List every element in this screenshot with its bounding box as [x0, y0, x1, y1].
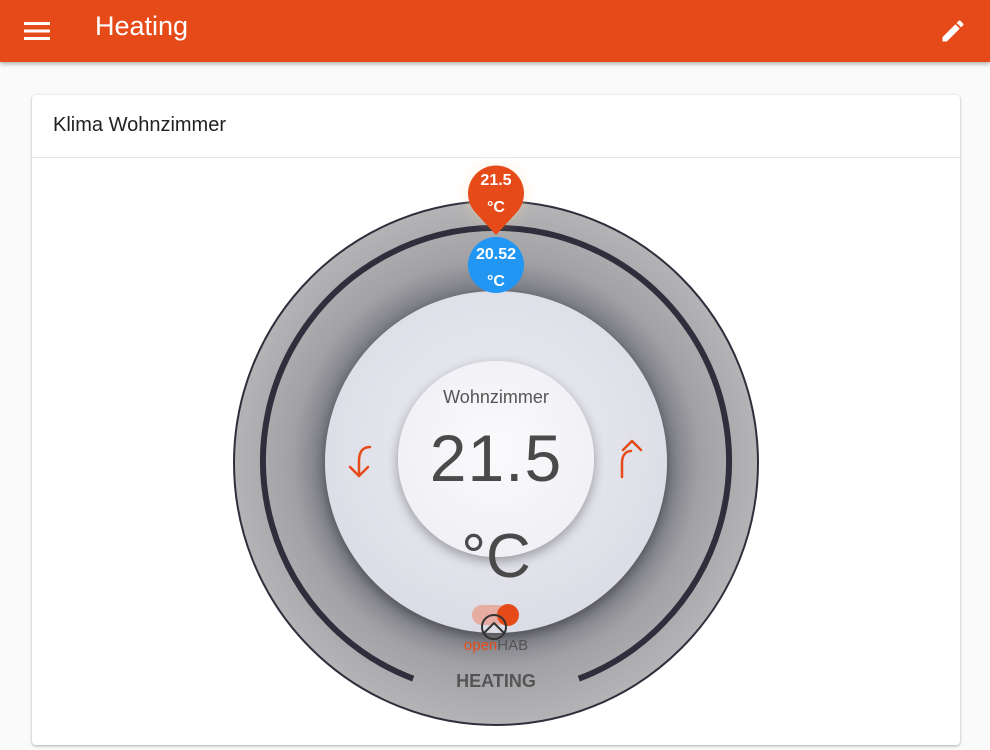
- logo-hab-text: HAB: [497, 637, 529, 654]
- target-temperature: 21.5: [429, 421, 563, 495]
- current-temp-badge-unit: °C: [487, 273, 505, 290]
- temperature-unit: °C: [461, 522, 531, 591]
- room-name: Wohnzimmer: [443, 387, 549, 407]
- menu-button[interactable]: [12, 6, 62, 56]
- app-bar: Heating: [0, 0, 990, 62]
- edit-button[interactable]: [928, 6, 978, 56]
- current-temp-badge-value: 20.52: [475, 246, 517, 263]
- logo-open-text: open: [463, 637, 498, 654]
- thermostat-card: Klima Wohnzimmer 21.5 °C 20.52 °C Wohnzi…: [32, 95, 960, 745]
- mode-label: HEATING: [456, 671, 536, 691]
- menu-icon: [24, 22, 50, 40]
- target-temp-badge-value: 21.5: [480, 172, 512, 189]
- openhab-logo: openHAB: [32, 637, 960, 654]
- pencil-icon: [942, 20, 964, 42]
- page-title: Heating: [95, 11, 189, 41]
- target-temp-badge-unit: °C: [487, 199, 505, 216]
